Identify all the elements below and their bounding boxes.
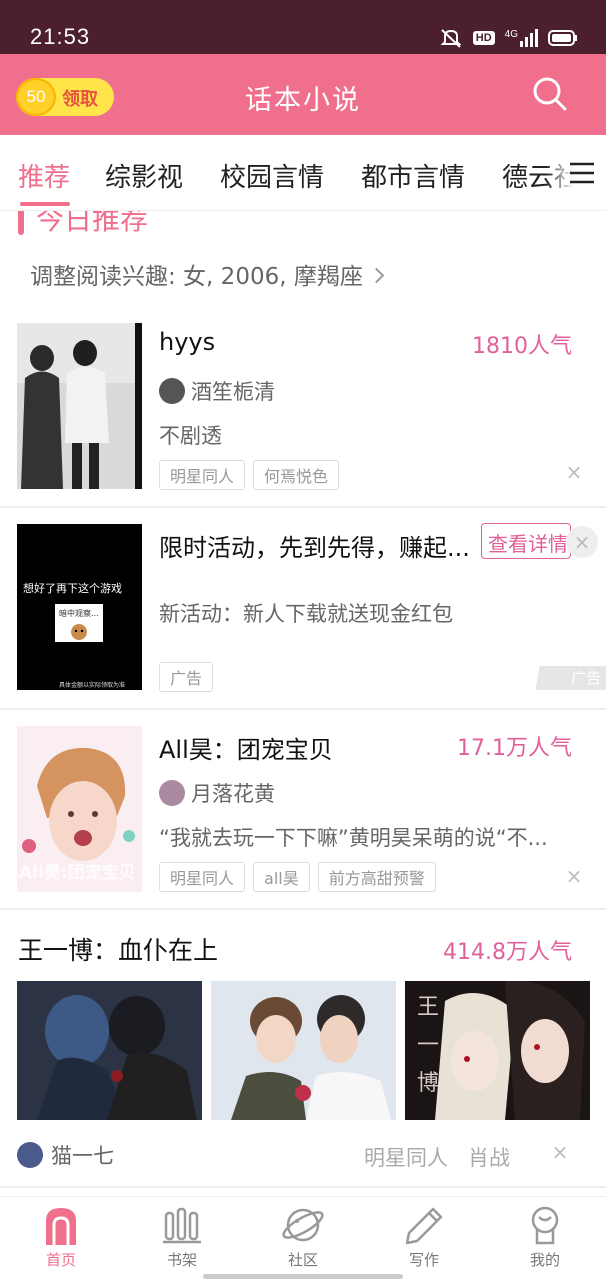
adjust-interest-link[interactable]: 调整阅读兴趣: 女, 2006, 摩羯座 [30, 257, 385, 291]
tab-film-tv[interactable]: 综影视 [105, 157, 183, 194]
pen-icon [405, 1207, 443, 1245]
nav-label: 书架 [166, 1251, 197, 1269]
section-title: 今日推荐 [36, 211, 149, 236]
interest-text: 调整阅读兴趣: 女, 2006, 摩羯座 [30, 264, 363, 290]
section-header: 今日推荐 [18, 211, 318, 241]
ad-cover-sticker: 暗中观察... [55, 604, 103, 642]
nav-label: 首页 [45, 1251, 76, 1269]
ad-cover-note: 具体金额以实际领取为准 [59, 682, 126, 689]
ad-cover-text: 想好了再下这个游戏 [23, 582, 122, 595]
book-title: All昊：团宠宝贝 [159, 736, 333, 764]
app-title: 话本小说 [245, 85, 361, 116]
dismiss-icon[interactable]: × [564, 460, 584, 484]
featured-tag[interactable]: 明星同人 [364, 1146, 448, 1170]
view-details-button[interactable]: 查看详情 [481, 523, 571, 559]
book-tags: 明星同人 all昊 前方高甜预警 [159, 862, 436, 892]
tab-recommend[interactable]: 推荐 [18, 157, 70, 194]
status-bar: 21:53 HD 4G [0, 0, 606, 54]
book-title: hyys [159, 328, 216, 356]
battery-icon [548, 30, 577, 46]
tab-campus-romance[interactable]: 校园言情 [220, 157, 324, 194]
ad-tag: 广告 [159, 662, 214, 692]
book-card[interactable]: All昊:团宠宝贝 All昊：团宠宝贝 17.1万人气 月落花黄 “我就去玩一下… [0, 710, 606, 908]
image-overlay-text: 王一博 [417, 995, 440, 1096]
book-tags: 明星同人 何焉悦色 [159, 460, 340, 490]
book-cover: All昊:团宠宝贝 [17, 726, 142, 892]
featured-footer: 猫一七 明星同人 肖战 × [17, 1140, 587, 1170]
tab-urban-romance[interactable]: 都市言情 [361, 157, 465, 194]
chevron-right-icon [368, 267, 385, 283]
book-description: 不剧透 [159, 424, 222, 448]
bookshelf-icon [163, 1207, 201, 1244]
active-tab-indicator [20, 202, 70, 206]
book-popularity: 17.1万人气 [457, 736, 572, 761]
nav-bookshelf[interactable]: 书架 [142, 1205, 222, 1270]
author-avatar [159, 780, 185, 806]
profile-icon [531, 1206, 559, 1245]
bottom-nav: 首页 书架 社区 写作 我的 [0, 1196, 606, 1280]
dismiss-icon[interactable]: × [564, 864, 584, 888]
book-tag[interactable]: 明星同人 [159, 460, 246, 490]
category-tab-bar: 推荐 综影视 校园言情 都市言情 德云社 [0, 135, 606, 211]
cover-text: All昊:团宠宝贝 [19, 863, 136, 883]
network-label: 4G [504, 29, 518, 40]
author-avatar [17, 1142, 43, 1168]
ad-badge: 广告 [530, 666, 606, 690]
planet-icon [282, 1208, 324, 1242]
nav-write[interactable]: 写作 [384, 1205, 464, 1270]
featured-tag[interactable]: 肖战 [468, 1146, 510, 1170]
author-name: 酒笙栀清 [191, 380, 275, 404]
book-author: 月落花黄 [159, 778, 275, 808]
menu-icon[interactable] [568, 161, 596, 185]
book-description: “我就去玩一下下嘛”黄明昊呆萌的说“不... [159, 826, 548, 850]
book-author: 酒笙栀清 [159, 376, 275, 406]
book-card[interactable]: hyys 1810人气 酒笙栀清 不剧透 明星同人 何焉悦色 × [0, 310, 606, 506]
book-tag[interactable]: all昊 [253, 862, 310, 892]
book-tag[interactable]: 何焉悦色 [253, 460, 340, 490]
close-ad-icon[interactable]: × [566, 526, 598, 558]
nav-label: 我的 [529, 1251, 560, 1269]
status-time: 21:53 [30, 24, 91, 49]
ad-title: 限时活动，先到先得，赚起... [159, 534, 470, 562]
mute-bell-icon [440, 29, 462, 48]
nav-home[interactable]: 首页 [21, 1205, 101, 1270]
author-name: 月落花黄 [191, 782, 275, 806]
author-avatar [159, 378, 185, 404]
nav-label: 写作 [408, 1251, 439, 1269]
nav-profile[interactable]: 我的 [505, 1205, 585, 1270]
nav-community[interactable]: 社区 [263, 1205, 343, 1270]
ad-cover: 想好了再下这个游戏 暗中观察... 具体金额以实际领取为准 [17, 524, 142, 690]
featured-tags: 明星同人 肖战 [364, 1142, 510, 1172]
book-popularity: 1810人气 [472, 334, 572, 359]
featured-title: 王一博：血仆在上 [18, 936, 219, 965]
author-name: 猫一七 [51, 1144, 114, 1168]
book-tag[interactable]: 明星同人 [159, 862, 246, 892]
home-icon [46, 1208, 76, 1245]
featured-image[interactable] [211, 981, 396, 1120]
featured-popularity: 414.8万人气 [443, 940, 572, 965]
hd-icon: HD [472, 31, 495, 45]
featured-image-row: 王一博 [17, 981, 590, 1120]
featured-image[interactable]: 王一博 [405, 981, 590, 1120]
ad-description: 新活动：新人下载就送现金红包 [159, 602, 453, 626]
featured-author: 猫一七 [17, 1140, 114, 1170]
signal-icon: 4G [505, 29, 538, 47]
book-cover [17, 323, 142, 489]
nav-label: 社区 [287, 1251, 318, 1269]
app-header: 50 领取 话本小说 [0, 54, 606, 135]
status-icons: HD 4G [439, 27, 578, 49]
search-icon[interactable] [530, 74, 570, 114]
book-tag[interactable]: 前方高甜预警 [317, 862, 436, 892]
dismiss-icon[interactable]: × [550, 1140, 570, 1164]
featured-image[interactable] [17, 981, 202, 1120]
home-indicator[interactable] [203, 1274, 403, 1279]
ad-tags: 广告 [159, 662, 214, 692]
